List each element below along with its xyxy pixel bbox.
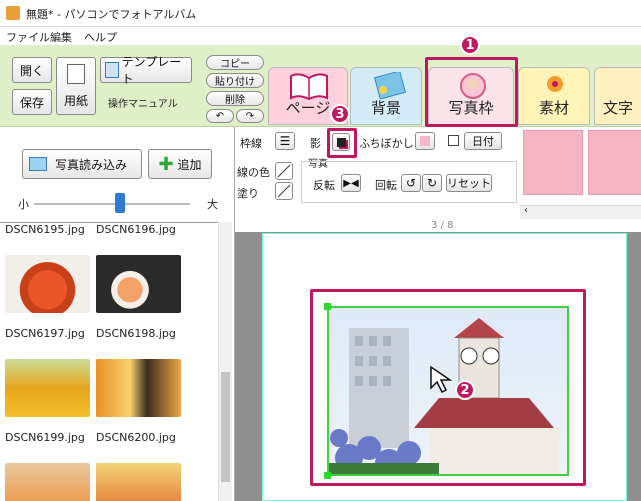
paste-button[interactable]: 貼り付け (206, 73, 264, 88)
file-name: DSCN6195.jpg (5, 223, 85, 236)
swatch-scrollbar[interactable]: ‹ (520, 205, 641, 219)
fill-label: 塗り (237, 187, 259, 200)
no-fill-icon (277, 184, 291, 198)
thumbnail-scrollbar[interactable] (218, 222, 232, 501)
add-label: 追加 (177, 157, 202, 172)
thumbnail-photo[interactable] (96, 255, 181, 313)
file-name: DSCN6200.jpg (96, 431, 176, 444)
delete-button[interactable]: 削除 (206, 91, 264, 106)
file-name: DSCN6199.jpg (5, 431, 85, 444)
menu-file[interactable]: ファイル (6, 29, 50, 45)
save-button[interactable]: 保存 (12, 89, 52, 115)
open-button[interactable]: 開く (12, 57, 52, 83)
file-name: DSCN6196.jpg (96, 223, 176, 236)
callout-marker-3: 3 (330, 104, 350, 124)
tab-text-label: 文字 (603, 99, 634, 117)
fill-color-button[interactable] (275, 182, 293, 200)
page-indicator: 3 / 8 (431, 220, 454, 231)
size-slider-thumb[interactable] (114, 193, 125, 213)
redo-icon: ↷ (245, 110, 255, 122)
frame-swatch[interactable] (523, 130, 583, 195)
rotate-left-icon: ↺ (405, 176, 417, 190)
callout-marker-1: 1 (460, 35, 480, 55)
redo-button[interactable]: ↷ (236, 109, 264, 123)
load-photo-label: 写真読み込み (55, 157, 128, 172)
frame-swatch[interactable] (588, 130, 641, 195)
paper-label: 用紙 (63, 93, 88, 108)
rotate-right-button[interactable]: ↻ (422, 174, 442, 192)
thumbnail-photo[interactable] (5, 255, 90, 313)
frame-line-button[interactable]: ☰ (275, 132, 295, 150)
undo-icon: ↶ (215, 110, 225, 122)
file-name: DSCN6197.jpg (5, 327, 85, 340)
flip-label: 反転 (313, 179, 335, 192)
line-color-button[interactable] (275, 162, 293, 180)
line-style-icon: ☰ (279, 134, 291, 148)
properties-panel: 枠線 ☰ 影 ふちぼかし 日付 写真 線の色 塗り 反転 ▶◀ 回転 ↺ ↻ リ… (235, 127, 520, 220)
background-icon (373, 72, 407, 100)
tab-material-label: 素材 (538, 99, 569, 117)
toolbar: 開く 保存 用紙 テンプレート 操作マニュアル コピー 貼り付け 削除 ↶ ↷ … (0, 45, 641, 127)
rotate-left-button[interactable]: ↺ (401, 174, 421, 192)
blur-label: ふちぼかし (359, 137, 414, 150)
file-name: DSCN6198.jpg (96, 327, 176, 340)
image-icon (29, 157, 47, 171)
paper-button[interactable]: 用紙 (56, 57, 96, 115)
material-icon (547, 76, 563, 92)
template-icon (105, 62, 119, 78)
title-bar: 無題* - パソコンでフォトアルバム (0, 0, 641, 27)
app-icon (6, 6, 20, 20)
book-icon (290, 73, 328, 100)
menu-help[interactable]: ヘルプ (84, 29, 117, 45)
date-button[interactable]: 日付 (464, 132, 502, 150)
thumbnail-photo[interactable] (5, 463, 90, 501)
tab-text[interactable]: 文字 (594, 67, 641, 125)
size-large-label: 大 (207, 198, 218, 211)
thumbnail-photo[interactable] (5, 359, 90, 417)
frame-swatches: ‹ (520, 127, 641, 220)
size-slider-track[interactable] (34, 203, 190, 205)
callout-marker-2: 2 (455, 380, 475, 400)
reset-button[interactable]: リセット (446, 174, 492, 192)
template-label: テンプレート (121, 55, 182, 86)
paper-icon (67, 63, 85, 84)
template-button[interactable]: テンプレート (100, 55, 192, 86)
load-photo-button[interactable]: 写真読み込み (22, 149, 142, 179)
plus-icon: ✚ (158, 153, 174, 175)
manual-link[interactable]: 操作マニュアル (108, 95, 178, 110)
undo-button[interactable]: ↶ (206, 109, 234, 123)
line-color-label: 線の色 (237, 166, 270, 179)
window-title: 無題* - パソコンでフォトアルバム (26, 8, 197, 21)
tab-background[interactable]: 背景 (350, 67, 422, 125)
thumbnail-photo[interactable] (96, 463, 181, 501)
no-color-icon (277, 164, 291, 178)
thumbnail-photo[interactable] (96, 359, 181, 417)
tab-material[interactable]: 素材 (518, 67, 590, 125)
date-checkbox[interactable] (448, 135, 459, 146)
rotate-right-icon: ↻ (426, 176, 438, 190)
callout-box-1 (425, 57, 518, 127)
copy-button[interactable]: コピー (206, 55, 264, 70)
flip-button[interactable]: ▶◀ (341, 174, 361, 192)
shadow-label: 影 (310, 137, 321, 150)
callout-box-3 (327, 128, 357, 158)
scroll-left-icon: ‹ (524, 205, 528, 216)
add-button[interactable]: ✚ 追加 (148, 149, 212, 179)
thumbnail-list: DSCN6195.jpg DSCN6196.jpg DSCN6197.jpg D… (0, 222, 230, 501)
blur-button[interactable] (415, 132, 435, 150)
menu-edit[interactable]: 編集 (50, 29, 72, 45)
flip-icon: ▶◀ (343, 177, 359, 189)
size-small-label: 小 (18, 198, 29, 211)
scrollbar-thumb[interactable] (221, 372, 230, 482)
blur-icon (420, 136, 430, 146)
cursor-arrow-icon (430, 365, 453, 394)
rotate-label: 回転 (375, 179, 397, 192)
tab-background-label: 背景 (370, 99, 401, 117)
menu-bar: ファイル 編集 ヘルプ (0, 27, 641, 45)
frame-line-label: 枠線 (240, 137, 262, 150)
